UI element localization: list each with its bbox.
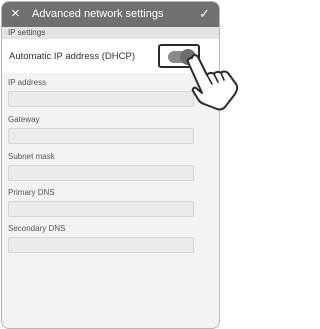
app-header: × Advanced network settings ✓	[2, 2, 219, 27]
primary-dns-field[interactable]	[8, 201, 194, 217]
secondary-dns-field[interactable]	[8, 237, 194, 253]
phone-screen: × Advanced network settings ✓ IP setting…	[1, 1, 220, 329]
gateway-label: Gateway	[8, 115, 40, 124]
check-icon[interactable]: ✓	[199, 5, 210, 23]
dhcp-label: Automatic IP address (DHCP)	[9, 51, 136, 62]
section-title: IP settings	[8, 28, 46, 37]
secondary-dns-label: Secondary DNS	[8, 224, 66, 233]
ip-address-label: IP address	[8, 78, 47, 87]
subnet-mask-label: Subnet mask	[8, 152, 55, 161]
close-icon[interactable]: ×	[11, 5, 20, 23]
primary-dns-label: Primary DNS	[8, 188, 55, 197]
gateway-field[interactable]	[8, 128, 194, 144]
page-title: Advanced network settings	[32, 8, 164, 20]
pointing-hand-icon	[186, 54, 239, 111]
ip-address-field[interactable]	[8, 91, 194, 107]
subnet-mask-field[interactable]	[8, 165, 194, 181]
section-header: IP settings	[2, 27, 219, 39]
